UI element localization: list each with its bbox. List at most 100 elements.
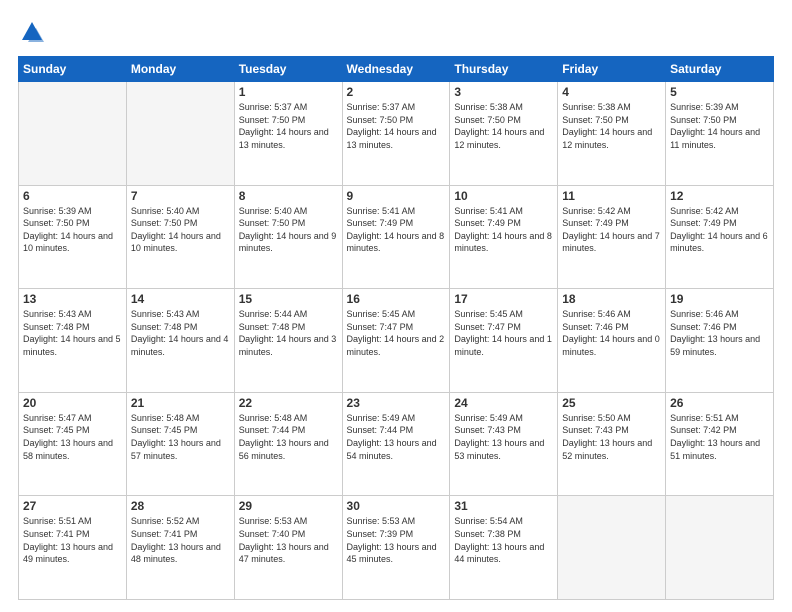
calendar-cell: 29 Sunrise: 5:53 AM Sunset: 7:40 PM Dayli… (234, 496, 342, 600)
day-info: Sunrise: 5:40 AM Sunset: 7:50 PM Dayligh… (239, 205, 338, 255)
day-number: 20 (23, 396, 122, 410)
day-number: 16 (347, 292, 446, 306)
day-header-sunday: Sunday (19, 57, 127, 82)
calendar-cell: 16 Sunrise: 5:45 AM Sunset: 7:47 PM Dayli… (342, 289, 450, 393)
day-info: Sunrise: 5:41 AM Sunset: 7:49 PM Dayligh… (454, 205, 553, 255)
calendar-header-row: SundayMondayTuesdayWednesdayThursdayFrid… (19, 57, 774, 82)
day-number: 12 (670, 189, 769, 203)
day-info: Sunrise: 5:46 AM Sunset: 7:46 PM Dayligh… (670, 308, 769, 358)
calendar-cell (126, 82, 234, 186)
day-info: Sunrise: 5:40 AM Sunset: 7:50 PM Dayligh… (131, 205, 230, 255)
day-header-wednesday: Wednesday (342, 57, 450, 82)
calendar-cell: 5 Sunrise: 5:39 AM Sunset: 7:50 PM Daylig… (666, 82, 774, 186)
calendar-cell: 3 Sunrise: 5:38 AM Sunset: 7:50 PM Daylig… (450, 82, 558, 186)
calendar-cell: 17Sunrise: 5:45 AM Sunset: 7:47 PM Dayli… (450, 289, 558, 393)
calendar-cell: 30 Sunrise: 5:53 AM Sunset: 7:39 PM Dayli… (342, 496, 450, 600)
day-number: 25 (562, 396, 661, 410)
calendar-cell (19, 82, 127, 186)
day-number: 4 (562, 85, 661, 99)
day-number: 18 (562, 292, 661, 306)
day-header-saturday: Saturday (666, 57, 774, 82)
day-number: 2 (347, 85, 446, 99)
day-number: 14 (131, 292, 230, 306)
calendar-cell: 20 Sunrise: 5:47 AM Sunset: 7:45 PM Dayli… (19, 392, 127, 496)
day-info: Sunrise: 5:41 AM Sunset: 7:49 PM Dayligh… (347, 205, 446, 255)
calendar-cell: 10 Sunrise: 5:41 AM Sunset: 7:49 PM Dayli… (450, 185, 558, 289)
calendar-cell: 6 Sunrise: 5:39 AM Sunset: 7:50 PM Daylig… (19, 185, 127, 289)
day-number: 11 (562, 189, 661, 203)
day-number: 28 (131, 499, 230, 513)
calendar-cell (666, 496, 774, 600)
day-number: 6 (23, 189, 122, 203)
day-header-friday: Friday (558, 57, 666, 82)
calendar-cell: 15 Sunrise: 5:44 AM Sunset: 7:48 PM Dayli… (234, 289, 342, 393)
day-info: Sunrise: 5:42 AM Sunset: 7:49 PM Dayligh… (562, 205, 661, 255)
day-number: 21 (131, 396, 230, 410)
day-number: 9 (347, 189, 446, 203)
calendar-cell: 25 Sunrise: 5:50 AM Sunset: 7:43 PM Dayli… (558, 392, 666, 496)
day-number: 22 (239, 396, 338, 410)
day-number: 10 (454, 189, 553, 203)
day-info: Sunrise: 5:46 AM Sunset: 7:46 PM Dayligh… (562, 308, 661, 358)
calendar-cell: 22 Sunrise: 5:48 AM Sunset: 7:44 PM Dayli… (234, 392, 342, 496)
day-info: Sunrise: 5:37 AM Sunset: 7:50 PM Dayligh… (239, 101, 338, 151)
calendar-cell: 28 Sunrise: 5:52 AM Sunset: 7:41 PM Dayli… (126, 496, 234, 600)
week-row-4: 20 Sunrise: 5:47 AM Sunset: 7:45 PM Dayli… (19, 392, 774, 496)
calendar-cell: 14 Sunrise: 5:43 AM Sunset: 7:48 PM Dayli… (126, 289, 234, 393)
week-row-1: 1Sunrise: 5:37 AM Sunset: 7:50 PM Daylig… (19, 82, 774, 186)
day-header-monday: Monday (126, 57, 234, 82)
day-info: Sunrise: 5:45 AM Sunset: 7:47 PM Dayligh… (347, 308, 446, 358)
calendar-cell: 26Sunrise: 5:51 AM Sunset: 7:42 PM Dayli… (666, 392, 774, 496)
day-info: Sunrise: 5:48 AM Sunset: 7:44 PM Dayligh… (239, 412, 338, 462)
day-number: 29 (239, 499, 338, 513)
day-number: 13 (23, 292, 122, 306)
day-info: Sunrise: 5:45 AM Sunset: 7:47 PM Dayligh… (454, 308, 553, 358)
day-info: Sunrise: 5:47 AM Sunset: 7:45 PM Dayligh… (23, 412, 122, 462)
day-info: Sunrise: 5:43 AM Sunset: 7:48 PM Dayligh… (23, 308, 122, 358)
day-info: Sunrise: 5:39 AM Sunset: 7:50 PM Dayligh… (23, 205, 122, 255)
day-number: 23 (347, 396, 446, 410)
day-info: Sunrise: 5:39 AM Sunset: 7:50 PM Dayligh… (670, 101, 769, 151)
day-info: Sunrise: 5:38 AM Sunset: 7:50 PM Dayligh… (562, 101, 661, 151)
day-number: 5 (670, 85, 769, 99)
calendar-cell: 9 Sunrise: 5:41 AM Sunset: 7:49 PM Daylig… (342, 185, 450, 289)
calendar-cell: 18 Sunrise: 5:46 AM Sunset: 7:46 PM Dayli… (558, 289, 666, 393)
calendar-cell: 13 Sunrise: 5:43 AM Sunset: 7:48 PM Dayli… (19, 289, 127, 393)
day-info: Sunrise: 5:52 AM Sunset: 7:41 PM Dayligh… (131, 515, 230, 565)
week-row-3: 13 Sunrise: 5:43 AM Sunset: 7:48 PM Dayli… (19, 289, 774, 393)
calendar-table: SundayMondayTuesdayWednesdayThursdayFrid… (18, 56, 774, 600)
day-info: Sunrise: 5:37 AM Sunset: 7:50 PM Dayligh… (347, 101, 446, 151)
day-number: 19 (670, 292, 769, 306)
day-info: Sunrise: 5:53 AM Sunset: 7:39 PM Dayligh… (347, 515, 446, 565)
day-info: Sunrise: 5:49 AM Sunset: 7:43 PM Dayligh… (454, 412, 553, 462)
header (18, 18, 774, 46)
day-number: 26 (670, 396, 769, 410)
week-row-2: 6 Sunrise: 5:39 AM Sunset: 7:50 PM Daylig… (19, 185, 774, 289)
day-number: 30 (347, 499, 446, 513)
day-info: Sunrise: 5:38 AM Sunset: 7:50 PM Dayligh… (454, 101, 553, 151)
calendar-cell: 12Sunrise: 5:42 AM Sunset: 7:49 PM Dayli… (666, 185, 774, 289)
day-number: 7 (131, 189, 230, 203)
day-info: Sunrise: 5:50 AM Sunset: 7:43 PM Dayligh… (562, 412, 661, 462)
day-info: Sunrise: 5:54 AM Sunset: 7:38 PM Dayligh… (454, 515, 553, 565)
calendar-cell: 1Sunrise: 5:37 AM Sunset: 7:50 PM Daylig… (234, 82, 342, 186)
day-info: Sunrise: 5:49 AM Sunset: 7:44 PM Dayligh… (347, 412, 446, 462)
calendar-cell: 24Sunrise: 5:49 AM Sunset: 7:43 PM Dayli… (450, 392, 558, 496)
day-number: 3 (454, 85, 553, 99)
day-info: Sunrise: 5:48 AM Sunset: 7:45 PM Dayligh… (131, 412, 230, 462)
calendar-cell: 7 Sunrise: 5:40 AM Sunset: 7:50 PM Daylig… (126, 185, 234, 289)
calendar-cell: 31 Sunrise: 5:54 AM Sunset: 7:38 PM Dayli… (450, 496, 558, 600)
calendar-cell: 2 Sunrise: 5:37 AM Sunset: 7:50 PM Daylig… (342, 82, 450, 186)
day-number: 15 (239, 292, 338, 306)
calendar-cell: 19 Sunrise: 5:46 AM Sunset: 7:46 PM Dayli… (666, 289, 774, 393)
calendar-cell: 4 Sunrise: 5:38 AM Sunset: 7:50 PM Daylig… (558, 82, 666, 186)
week-row-5: 27Sunrise: 5:51 AM Sunset: 7:41 PM Dayli… (19, 496, 774, 600)
logo-icon (18, 18, 46, 46)
day-info: Sunrise: 5:53 AM Sunset: 7:40 PM Dayligh… (239, 515, 338, 565)
logo (18, 18, 50, 46)
day-info: Sunrise: 5:44 AM Sunset: 7:48 PM Dayligh… (239, 308, 338, 358)
day-header-tuesday: Tuesday (234, 57, 342, 82)
day-info: Sunrise: 5:43 AM Sunset: 7:48 PM Dayligh… (131, 308, 230, 358)
day-number: 31 (454, 499, 553, 513)
calendar-cell (558, 496, 666, 600)
